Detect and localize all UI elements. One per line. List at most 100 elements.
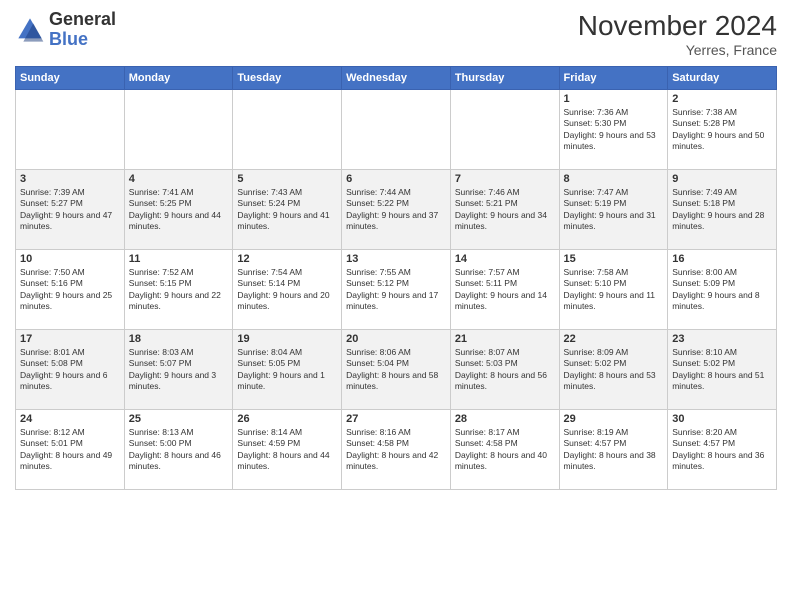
day-info: Sunrise: 7:50 AM Sunset: 5:16 PM Dayligh… <box>20 267 120 313</box>
day-number: 21 <box>455 333 555 345</box>
table-row <box>124 90 233 170</box>
table-row: 8 Sunrise: 7:47 AM Sunset: 5:19 PM Daylig… <box>559 170 668 250</box>
calendar-table: Sunday Monday Tuesday Wednesday Thursday… <box>15 66 777 490</box>
day-number: 9 <box>672 173 772 185</box>
day-number: 22 <box>564 333 664 345</box>
day-info: Sunrise: 7:41 AM Sunset: 5:25 PM Dayligh… <box>129 187 229 233</box>
day-info: Sunrise: 8:16 AM Sunset: 4:58 PM Dayligh… <box>346 427 446 473</box>
table-row: 23 Sunrise: 8:10 AM Sunset: 5:02 PM Dayli… <box>668 330 777 410</box>
header-monday: Monday <box>124 67 233 90</box>
day-number: 5 <box>237 173 337 185</box>
calendar-week-row: 24Sunrise: 8:12 AM Sunset: 5:01 PM Dayli… <box>16 410 777 490</box>
table-row: 17Sunrise: 8:01 AM Sunset: 5:08 PM Dayli… <box>16 330 125 410</box>
calendar-week-row: 10Sunrise: 7:50 AM Sunset: 5:16 PM Dayli… <box>16 250 777 330</box>
location: Yerres, France <box>578 42 777 58</box>
table-row: 6Sunrise: 7:44 AM Sunset: 5:22 PM Daylig… <box>342 170 451 250</box>
day-info: Sunrise: 8:10 AM Sunset: 5:02 PM Dayligh… <box>672 347 772 393</box>
day-number: 16 <box>672 253 772 265</box>
table-row: 19 Sunrise: 8:04 AM Sunset: 5:05 PM Dayli… <box>233 330 342 410</box>
table-row <box>342 90 451 170</box>
day-info: Sunrise: 7:38 AM Sunset: 5:28 PM Dayligh… <box>672 107 772 153</box>
day-info: Sunrise: 8:01 AM Sunset: 5:08 PM Dayligh… <box>20 347 120 393</box>
table-row: 24Sunrise: 8:12 AM Sunset: 5:01 PM Dayli… <box>16 410 125 490</box>
header-thursday: Thursday <box>450 67 559 90</box>
day-info: Sunrise: 7:49 AM Sunset: 5:18 PM Dayligh… <box>672 187 772 233</box>
logo: General Blue <box>15 10 116 50</box>
page-container: General Blue November 2024 Yerres, Franc… <box>0 0 792 500</box>
table-row: 14 Sunrise: 7:57 AM Sunset: 5:11 PM Dayli… <box>450 250 559 330</box>
header-saturday: Saturday <box>668 67 777 90</box>
table-row: 15Sunrise: 7:58 AM Sunset: 5:10 PM Dayli… <box>559 250 668 330</box>
day-number: 12 <box>237 253 337 265</box>
day-number: 8 <box>564 173 664 185</box>
day-number: 20 <box>346 333 446 345</box>
day-info: Sunrise: 7:46 AM Sunset: 5:21 PM Dayligh… <box>455 187 555 233</box>
day-number: 19 <box>237 333 337 345</box>
day-info: Sunrise: 7:43 AM Sunset: 5:24 PM Dayligh… <box>237 187 337 233</box>
table-row: 26 Sunrise: 8:14 AM Sunset: 4:59 PM Dayli… <box>233 410 342 490</box>
calendar-week-row: 17Sunrise: 8:01 AM Sunset: 5:08 PM Dayli… <box>16 330 777 410</box>
day-info: Sunrise: 8:19 AM Sunset: 4:57 PM Dayligh… <box>564 427 664 473</box>
logo-general: General <box>49 9 116 29</box>
table-row: 25Sunrise: 8:13 AM Sunset: 5:00 PM Dayli… <box>124 410 233 490</box>
table-row <box>450 90 559 170</box>
table-row: 22 Sunrise: 8:09 AM Sunset: 5:02 PM Dayli… <box>559 330 668 410</box>
day-info: Sunrise: 8:00 AM Sunset: 5:09 PM Dayligh… <box>672 267 772 313</box>
header-tuesday: Tuesday <box>233 67 342 90</box>
day-info: Sunrise: 7:58 AM Sunset: 5:10 PM Dayligh… <box>564 267 664 313</box>
logo-icon <box>15 15 45 45</box>
table-row: 9 Sunrise: 7:49 AM Sunset: 5:18 PM Daylig… <box>668 170 777 250</box>
page-header: General Blue November 2024 Yerres, Franc… <box>15 10 777 58</box>
logo-text: General Blue <box>49 10 116 50</box>
table-row: 2 Sunrise: 7:38 AM Sunset: 5:28 PM Daylig… <box>668 90 777 170</box>
day-info: Sunrise: 7:36 AM Sunset: 5:30 PM Dayligh… <box>564 107 664 153</box>
day-number: 1 <box>564 93 664 105</box>
table-row: 20Sunrise: 8:06 AM Sunset: 5:04 PM Dayli… <box>342 330 451 410</box>
table-row: 5 Sunrise: 7:43 AM Sunset: 5:24 PM Daylig… <box>233 170 342 250</box>
table-row: 29 Sunrise: 8:19 AM Sunset: 4:57 PM Dayli… <box>559 410 668 490</box>
table-row: 16 Sunrise: 8:00 AM Sunset: 5:09 PM Dayli… <box>668 250 777 330</box>
table-row: 7Sunrise: 7:46 AM Sunset: 5:21 PM Daylig… <box>450 170 559 250</box>
table-row: 18Sunrise: 8:03 AM Sunset: 5:07 PM Dayli… <box>124 330 233 410</box>
day-info: Sunrise: 8:09 AM Sunset: 5:02 PM Dayligh… <box>564 347 664 393</box>
day-info: Sunrise: 7:57 AM Sunset: 5:11 PM Dayligh… <box>455 267 555 313</box>
calendar-week-row: 1 Sunrise: 7:36 AM Sunset: 5:30 PM Daylig… <box>16 90 777 170</box>
day-info: Sunrise: 8:17 AM Sunset: 4:58 PM Dayligh… <box>455 427 555 473</box>
day-number: 18 <box>129 333 229 345</box>
table-row: 11Sunrise: 7:52 AM Sunset: 5:15 PM Dayli… <box>124 250 233 330</box>
day-number: 3 <box>20 173 120 185</box>
day-info: Sunrise: 7:47 AM Sunset: 5:19 PM Dayligh… <box>564 187 664 233</box>
day-info: Sunrise: 7:54 AM Sunset: 5:14 PM Dayligh… <box>237 267 337 313</box>
day-info: Sunrise: 8:12 AM Sunset: 5:01 PM Dayligh… <box>20 427 120 473</box>
day-number: 28 <box>455 413 555 425</box>
header-wednesday: Wednesday <box>342 67 451 90</box>
day-info: Sunrise: 8:07 AM Sunset: 5:03 PM Dayligh… <box>455 347 555 393</box>
day-number: 11 <box>129 253 229 265</box>
table-row <box>16 90 125 170</box>
table-row: 13 Sunrise: 7:55 AM Sunset: 5:12 PM Dayli… <box>342 250 451 330</box>
day-number: 14 <box>455 253 555 265</box>
day-info: Sunrise: 8:14 AM Sunset: 4:59 PM Dayligh… <box>237 427 337 473</box>
day-number: 4 <box>129 173 229 185</box>
day-info: Sunrise: 7:39 AM Sunset: 5:27 PM Dayligh… <box>20 187 120 233</box>
calendar-header-row: Sunday Monday Tuesday Wednesday Thursday… <box>16 67 777 90</box>
day-number: 23 <box>672 333 772 345</box>
table-row: 10Sunrise: 7:50 AM Sunset: 5:16 PM Dayli… <box>16 250 125 330</box>
day-info: Sunrise: 8:04 AM Sunset: 5:05 PM Dayligh… <box>237 347 337 393</box>
table-row <box>233 90 342 170</box>
day-number: 2 <box>672 93 772 105</box>
table-row: 21 Sunrise: 8:07 AM Sunset: 5:03 PM Dayli… <box>450 330 559 410</box>
table-row: 12 Sunrise: 7:54 AM Sunset: 5:14 PM Dayli… <box>233 250 342 330</box>
title-section: November 2024 Yerres, France <box>578 10 777 58</box>
table-row: 4 Sunrise: 7:41 AM Sunset: 5:25 PM Daylig… <box>124 170 233 250</box>
table-row: 1 Sunrise: 7:36 AM Sunset: 5:30 PM Daylig… <box>559 90 668 170</box>
table-row: 28 Sunrise: 8:17 AM Sunset: 4:58 PM Dayli… <box>450 410 559 490</box>
day-number: 6 <box>346 173 446 185</box>
day-info: Sunrise: 8:20 AM Sunset: 4:57 PM Dayligh… <box>672 427 772 473</box>
day-number: 26 <box>237 413 337 425</box>
day-info: Sunrise: 7:55 AM Sunset: 5:12 PM Dayligh… <box>346 267 446 313</box>
table-row: 3 Sunrise: 7:39 AM Sunset: 5:27 PM Daylig… <box>16 170 125 250</box>
day-number: 29 <box>564 413 664 425</box>
day-number: 13 <box>346 253 446 265</box>
day-number: 25 <box>129 413 229 425</box>
